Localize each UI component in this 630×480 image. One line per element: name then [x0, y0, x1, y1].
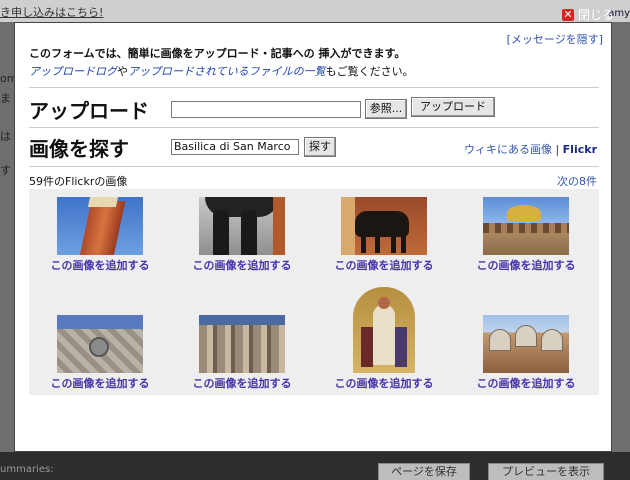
- result-item: この画像を追加する: [29, 315, 171, 391]
- thumbnail-basilica-domes[interactable]: [483, 315, 569, 373]
- wiki-images-link[interactable]: ウィキにある画像: [464, 143, 552, 156]
- source-divider: |: [551, 143, 563, 156]
- find-image-heading: 画像を探す: [29, 137, 129, 161]
- file-path-input[interactable]: [171, 101, 361, 118]
- add-image-link[interactable]: この画像を追加する: [29, 257, 171, 273]
- background-side-text-3: は: [0, 130, 11, 143]
- thumbnail-horse-legs[interactable]: [199, 197, 285, 255]
- intro-suffix: もご覧ください。: [325, 65, 414, 78]
- result-item: この画像を追加する: [313, 287, 455, 391]
- thumbnail-carved-columns[interactable]: [199, 315, 285, 373]
- source-links: ウィキにある画像 | Flickr: [464, 141, 597, 157]
- search-button[interactable]: 探す: [304, 137, 336, 157]
- upload-log-link[interactable]: アップロードログ: [29, 65, 117, 78]
- add-image-link[interactable]: この画像を追加する: [29, 375, 171, 391]
- intro-text: このフォームでは、簡単に画像をアップロード・記事への 挿入ができます。: [29, 47, 406, 60]
- flickr-link[interactable]: Flickr: [563, 143, 597, 156]
- add-image-link[interactable]: この画像を追加する: [171, 375, 313, 391]
- background-side-text-2: ま: [0, 92, 11, 105]
- thumbnail-marble-facade[interactable]: [57, 315, 143, 373]
- result-item: この画像を追加する: [29, 197, 171, 273]
- thumbnail-horses-of-san-marco[interactable]: [341, 197, 427, 255]
- thumbnail-campanile-tower[interactable]: [57, 197, 143, 255]
- save-page-button[interactable]: ページを保存: [378, 463, 470, 480]
- background-top-link[interactable]: き申し込みはこちら!: [0, 4, 103, 20]
- result-item: この画像を追加する: [455, 315, 597, 391]
- result-item: この画像を追加する: [455, 197, 597, 273]
- intro-conjunction: や: [117, 65, 128, 78]
- image-results-grid: この画像を追加する この画像を追加する この画像を追加する この画像を追加する …: [29, 189, 599, 395]
- close-button[interactable]: ✕ 閉じる: [561, 6, 614, 23]
- preview-button[interactable]: プレビューを表示: [488, 463, 604, 480]
- intro-links: アップロードログやアップロードされているファイルの一覧もご覧ください。: [29, 63, 414, 79]
- upload-button[interactable]: アップロード: [411, 97, 495, 117]
- next-results-link[interactable]: 次の8件: [557, 173, 597, 189]
- close-icon: ✕: [561, 7, 574, 21]
- results-count: 59件のFlickrの画像: [29, 175, 128, 188]
- uploaded-files-link[interactable]: アップロードされているファイルの一覧: [128, 65, 326, 78]
- thumbnail-winged-lion[interactable]: [483, 197, 569, 255]
- separator: [29, 166, 599, 167]
- add-image-link[interactable]: この画像を追加する: [171, 257, 313, 273]
- upload-modal: [メッセージを隠す] このフォームでは、簡単に画像をアップロード・記事への 挿入…: [14, 22, 612, 452]
- upload-heading: アップロード: [29, 99, 149, 123]
- close-label: 閉じる: [577, 8, 614, 22]
- browse-button[interactable]: 参照...: [365, 99, 407, 119]
- add-image-link[interactable]: この画像を追加する: [455, 257, 597, 273]
- background-summaries-label: ummaries:: [0, 464, 54, 475]
- hide-message-link[interactable]: [メッセージを隠す]: [507, 31, 603, 47]
- thumbnail-mosaic-saint[interactable]: [353, 287, 415, 373]
- result-item: この画像を追加する: [171, 197, 313, 273]
- background-side-text-4: す: [0, 164, 11, 177]
- result-item: この画像を追加する: [313, 197, 455, 273]
- separator: [29, 127, 599, 128]
- add-image-link[interactable]: この画像を追加する: [313, 375, 455, 391]
- background-topbar: き申し込みはこちら! amy: [0, 0, 630, 22]
- add-image-link[interactable]: この画像を追加する: [455, 375, 597, 391]
- background-side-text-1: om: [0, 72, 14, 85]
- search-input[interactable]: Basilica di San Marco: [171, 139, 299, 155]
- add-image-link[interactable]: この画像を追加する: [313, 257, 455, 273]
- result-item: この画像を追加する: [171, 315, 313, 391]
- separator: [29, 87, 599, 88]
